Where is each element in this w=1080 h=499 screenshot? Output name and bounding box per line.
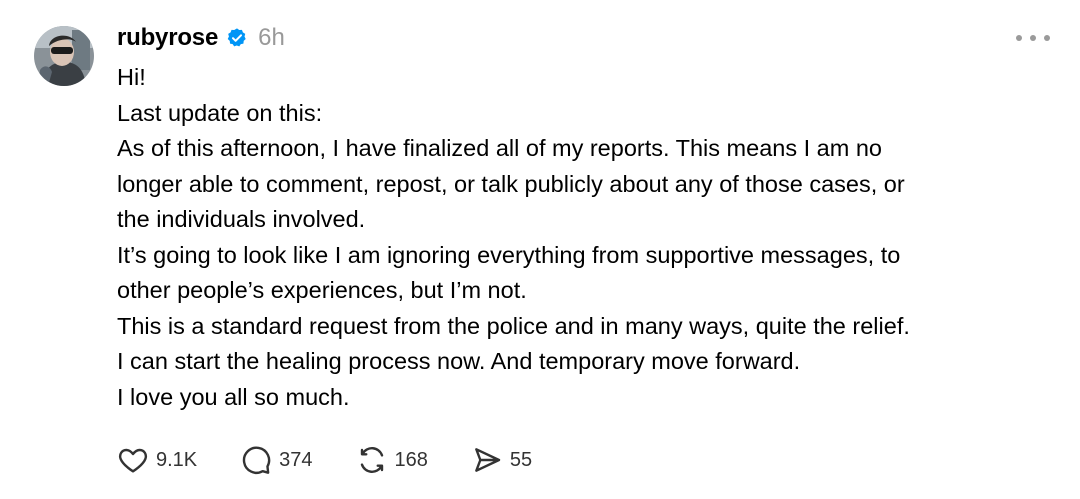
heart-icon xyxy=(118,448,148,473)
thread-post: rubyrose 6h Hi! Last update on this: As … xyxy=(0,0,1080,499)
dot xyxy=(1044,35,1050,41)
like-button[interactable]: 9.1K xyxy=(116,444,197,476)
post-text-line: As of this afternoon, I have finalized a… xyxy=(117,135,882,161)
post-text-line: Hi! xyxy=(117,64,146,90)
comment-icon xyxy=(242,446,271,474)
repost-button[interactable]: 168 xyxy=(355,444,428,476)
action-bar: 9.1K 374 168 55 xyxy=(116,442,574,478)
repost-icon xyxy=(360,447,383,473)
repost-count: 168 xyxy=(394,448,428,471)
dot xyxy=(1030,35,1036,41)
post-text-line: the individuals involved. xyxy=(117,206,366,232)
more-options-icon[interactable] xyxy=(1016,28,1050,48)
share-button[interactable]: 55 xyxy=(470,444,532,476)
post-text-line: This is a standard request from the poli… xyxy=(117,312,910,339)
post-text-line: longer able to comment, repost, or talk … xyxy=(117,170,905,197)
post-timestamp: 6h xyxy=(258,24,285,51)
share-count: 55 xyxy=(509,448,533,471)
send-icon xyxy=(475,448,501,472)
post-text-line: I can start the healing process now. And… xyxy=(117,348,801,374)
post-body: Hi! Last update on this: As of this afte… xyxy=(117,60,1047,415)
reply-button[interactable]: 374 xyxy=(239,444,313,476)
username[interactable]: rubyrose xyxy=(117,24,218,52)
post-text-line: other people’s experiences, but I’m not. xyxy=(117,277,527,303)
avatar[interactable] xyxy=(34,26,94,86)
avatar-image xyxy=(34,26,94,86)
post-text-line: It’s going to look like I am ignoring ev… xyxy=(117,241,901,268)
like-count: 9.1K xyxy=(156,448,198,471)
dot xyxy=(1016,35,1022,41)
post-text-line: I love you all so much. xyxy=(117,383,350,410)
post-text-line: Last update on this: xyxy=(117,99,323,126)
reply-count: 374 xyxy=(279,448,313,471)
verified-badge-icon xyxy=(226,27,248,49)
post-header: rubyrose 6h xyxy=(117,22,285,54)
